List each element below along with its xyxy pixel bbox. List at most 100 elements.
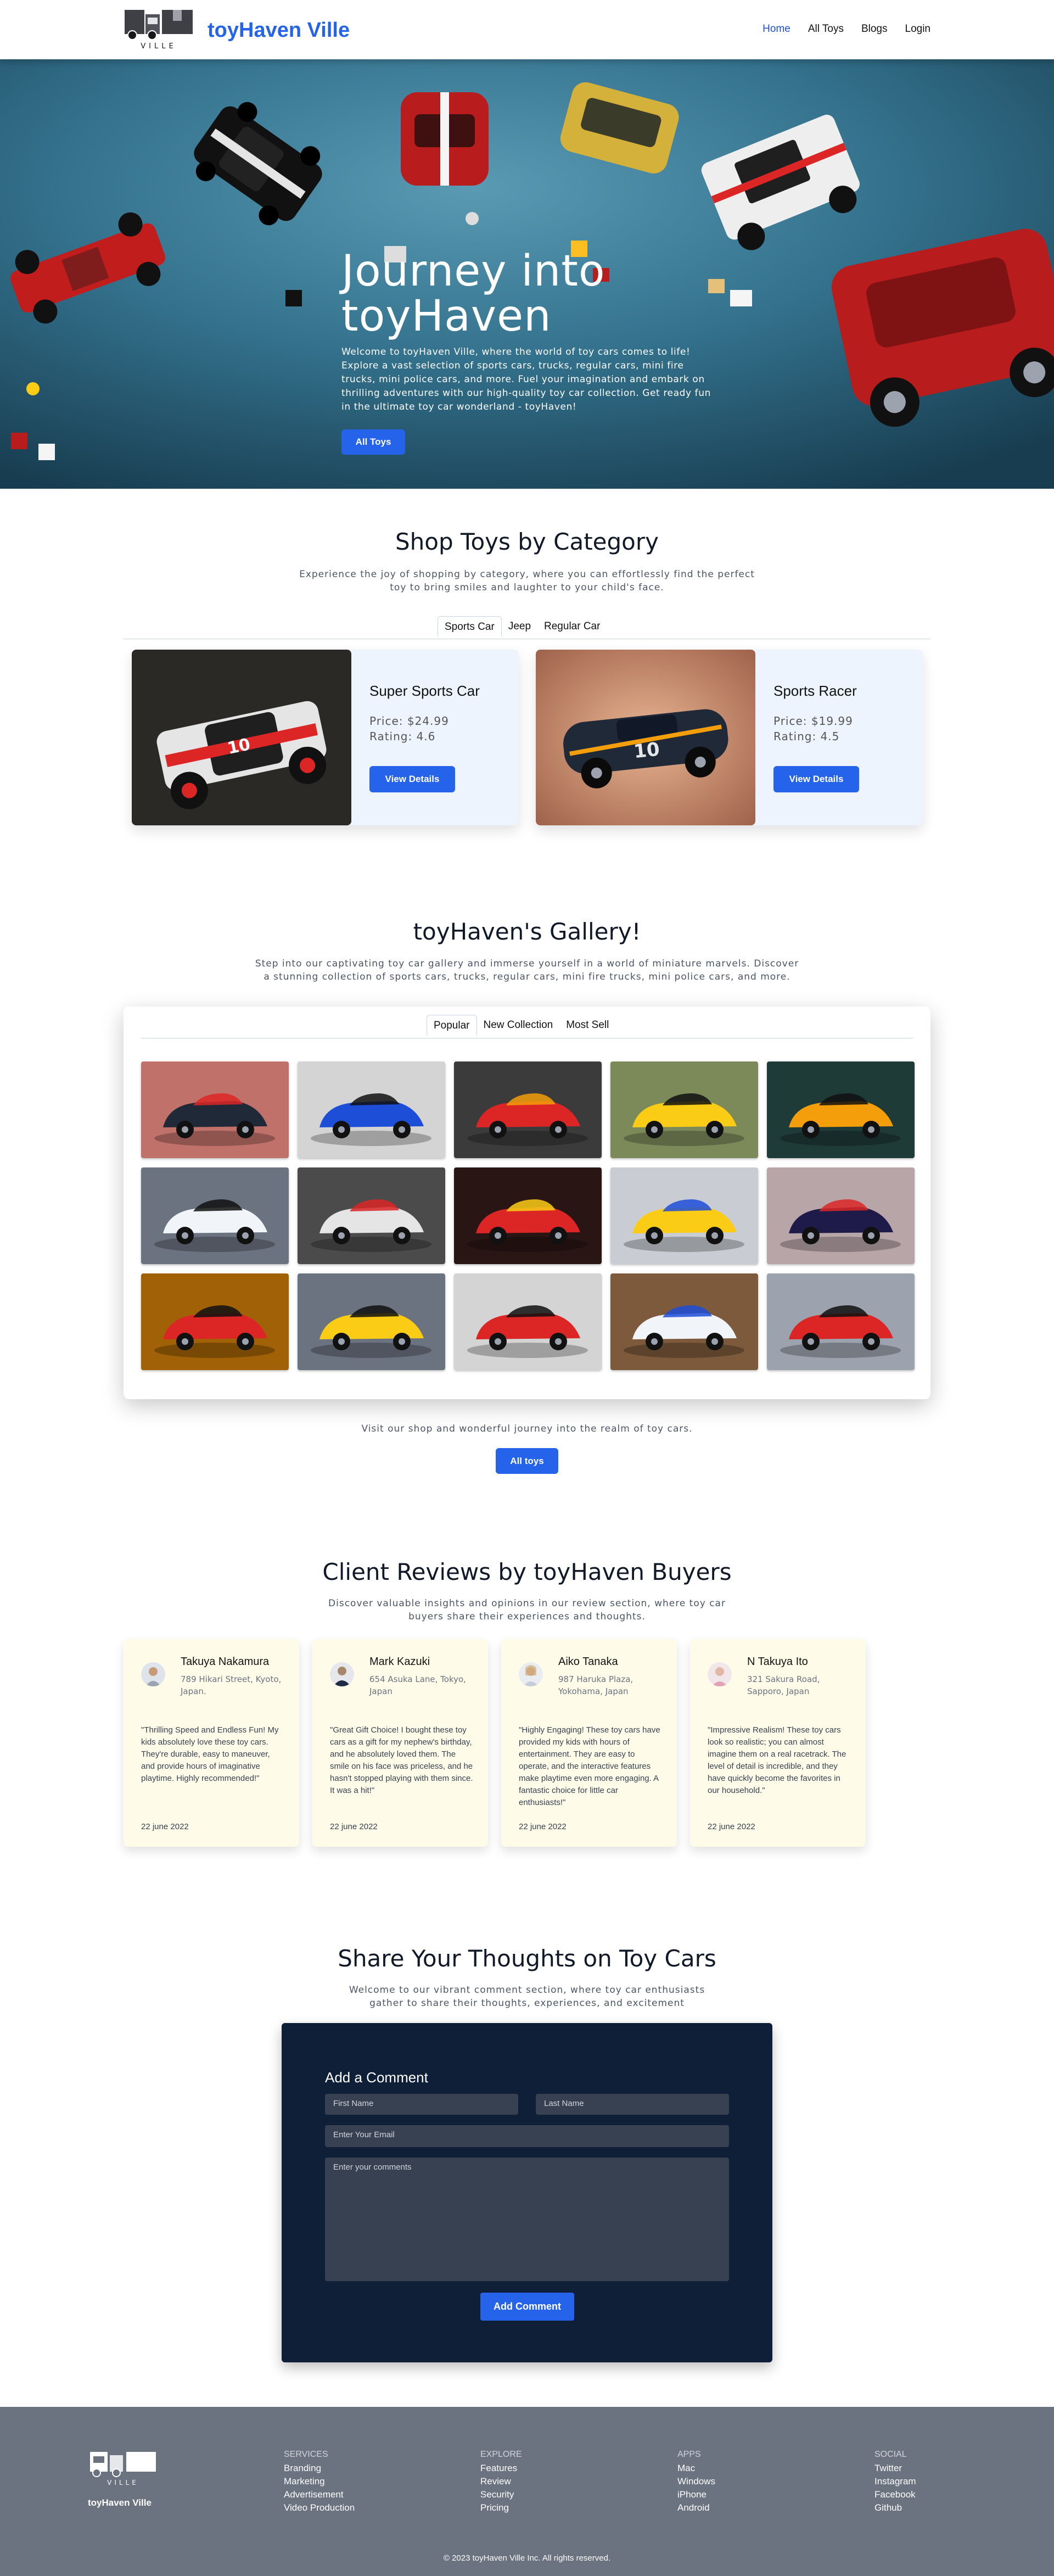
product-name: Super Sports Car xyxy=(369,683,480,699)
gallery-thumbnail[interactable] xyxy=(767,1061,915,1158)
nav-login[interactable]: Login xyxy=(905,23,931,35)
tab-new-collection[interactable]: New Collection xyxy=(477,1015,560,1035)
category-tabs: Sports Car Jeep Regular Car xyxy=(438,616,607,636)
gallery-thumbnail[interactable] xyxy=(454,1167,602,1264)
review-card: Aiko Tanaka 987 Haruka Plaza, Yokohama, … xyxy=(501,1639,677,1847)
gallery-thumbnail[interactable] xyxy=(767,1167,915,1264)
avatar xyxy=(141,1662,165,1686)
gallery-thumbnail[interactable] xyxy=(610,1273,758,1370)
footer-link[interactable]: Video Production xyxy=(284,2501,355,2514)
nav-links: Home All Toys Blogs Login xyxy=(763,23,930,35)
avatar xyxy=(708,1662,732,1686)
review-text: "Great Gift Choice! I bought these toy c… xyxy=(330,1725,473,1795)
email-field[interactable]: Enter Your Email xyxy=(325,2125,729,2147)
review-text: "Impressive Realism! These toy cars look… xyxy=(708,1725,846,1795)
footer-logo-icon[interactable]: VILLE xyxy=(88,2450,159,2496)
footer-link[interactable]: Mac xyxy=(677,2462,715,2475)
comments-textarea[interactable]: Enter your comments xyxy=(325,2158,729,2281)
comment-form: Add a Comment First Name Last Name Enter… xyxy=(282,2023,772,2362)
gallery-footer-text: Visit our shop and wonderful journey int… xyxy=(361,1423,693,1434)
reviewer-name: N Takuya Ito xyxy=(747,1656,808,1668)
footer-link[interactable]: Pricing xyxy=(480,2501,522,2514)
reviews-section-subtitle: Discover valuable insights and opinions … xyxy=(328,1598,726,1622)
last-name-field[interactable]: Last Name xyxy=(536,2094,729,2115)
product-name: Sports Racer xyxy=(773,683,857,699)
toy-car-photo xyxy=(454,1167,602,1264)
gallery-thumbnail[interactable] xyxy=(610,1167,758,1264)
tab-jeep[interactable]: Jeep xyxy=(502,616,537,636)
comments-section-title: Share Your Thoughts on Toy Cars xyxy=(338,1945,716,1972)
copyright: © 2023 toyHaven Ville Inc. All rights re… xyxy=(443,2553,611,2563)
gallery-thumbnail[interactable] xyxy=(141,1061,289,1158)
gallery-thumbnail[interactable] xyxy=(454,1061,602,1158)
gallery-thumbnail[interactable] xyxy=(141,1273,289,1370)
footer-link[interactable]: Advertisement xyxy=(284,2488,355,2501)
svg-text:VILLE: VILLE xyxy=(107,2479,139,2486)
footer-link[interactable]: Marketing xyxy=(284,2475,355,2488)
gallery-panel: Popular New Collection Most Sell xyxy=(124,1007,930,1399)
nav-all-toys[interactable]: All Toys xyxy=(808,23,844,35)
footer-link[interactable]: Instagram xyxy=(874,2475,916,2488)
tab-popular[interactable]: Popular xyxy=(427,1015,477,1035)
footer-heading: APPS xyxy=(677,2450,701,2459)
footer-link[interactable]: Review xyxy=(480,2475,522,2488)
first-name-field[interactable]: First Name xyxy=(325,2094,518,2115)
product-card: 10 Super Sports Car Price: $24.99 Rating… xyxy=(132,650,519,825)
toy-car-photo xyxy=(767,1167,915,1264)
view-details-button[interactable]: View Details xyxy=(773,766,859,792)
nav-home[interactable]: Home xyxy=(763,23,790,35)
nav-blogs[interactable]: Blogs xyxy=(861,23,888,35)
add-comment-button[interactable]: Add Comment xyxy=(480,2293,574,2321)
reviewer-address: 789 Hikari Street, Kyoto, Japan. xyxy=(181,1674,282,1696)
toy-car-photo xyxy=(298,1061,445,1158)
reviewer-name: Takuya Nakamura xyxy=(181,1656,270,1668)
footer-link[interactable]: iPhone xyxy=(677,2488,715,2501)
reviewer-address: 321 Sakura Road, Sapporo, Japan xyxy=(747,1674,820,1696)
footer-column-explore: EXPLORE Features Review Security Pricing xyxy=(480,2450,522,2514)
review-text: "Thrilling Speed and Endless Fun! My kid… xyxy=(141,1725,279,1783)
toy-car-photo xyxy=(454,1273,602,1370)
tab-regular-car[interactable]: Regular Car xyxy=(537,616,607,636)
all-toys-button[interactable]: All toys xyxy=(496,1448,558,1474)
footer-link[interactable]: Branding xyxy=(284,2462,355,2475)
footer-heading: EXPLORE xyxy=(480,2450,522,2459)
review-date: 22 june 2022 xyxy=(330,1822,378,1831)
hero-all-toys-button[interactable]: All Toys xyxy=(341,429,405,455)
view-details-button[interactable]: View Details xyxy=(369,766,455,792)
gallery-thumbnail[interactable] xyxy=(141,1167,289,1264)
toy-car-photo xyxy=(454,1061,602,1158)
footer-link[interactable]: Features xyxy=(480,2462,522,2475)
footer-brand: toyHaven Ville xyxy=(88,2497,152,2508)
footer-link[interactable]: Github xyxy=(874,2501,916,2514)
hero-text-block: Journey into toyHaven Welcome to toyHave… xyxy=(341,249,715,455)
footer-link[interactable]: Twitter xyxy=(874,2462,916,2475)
gallery-thumbnail[interactable] xyxy=(298,1167,445,1264)
gallery-section-subtitle: Step into our captivating toy car galler… xyxy=(255,958,799,982)
form-title: Add a Comment xyxy=(325,2069,428,2086)
gallery-thumbnail[interactable] xyxy=(610,1061,758,1158)
toy-car-photo xyxy=(298,1167,445,1264)
review-card: Mark Kazuki 654 Asuka Lane, Tokyo, Japan… xyxy=(312,1639,488,1847)
review-date: 22 june 2022 xyxy=(141,1822,189,1831)
reviewer-address: 654 Asuka Lane, Tokyo, Japan xyxy=(369,1674,466,1696)
gallery-thumbnail[interactable] xyxy=(767,1273,915,1370)
hero-description: Welcome to toyHaven Ville, where the wor… xyxy=(341,347,711,412)
reviewer-name: Mark Kazuki xyxy=(369,1656,430,1668)
reviewer-address: 987 Haruka Plaza, Yokohama, Japan xyxy=(558,1674,633,1696)
gallery-thumbnail[interactable] xyxy=(298,1061,445,1158)
logo-icon[interactable]: VILLE xyxy=(124,7,194,53)
hero-banner: Journey into toyHaven Welcome to toyHave… xyxy=(0,59,1054,489)
tab-sports-car[interactable]: Sports Car xyxy=(438,616,502,636)
brand-name[interactable]: toyHaven Ville xyxy=(208,19,350,42)
footer-link[interactable]: Security xyxy=(480,2488,522,2501)
footer-link[interactable]: Facebook xyxy=(874,2488,916,2501)
review-date: 22 june 2022 xyxy=(519,1822,567,1831)
footer-link[interactable]: Android xyxy=(677,2501,715,2514)
product-price: Price: $19.99 xyxy=(773,714,853,728)
tab-most-sell[interactable]: Most Sell xyxy=(559,1015,615,1035)
gallery-thumbnail[interactable] xyxy=(298,1273,445,1370)
category-section-title: Shop Toys by Category xyxy=(395,528,659,555)
product-rating: Rating: 4.5 xyxy=(773,730,840,743)
gallery-thumbnail[interactable] xyxy=(454,1273,602,1370)
footer-link[interactable]: Windows xyxy=(677,2475,715,2488)
